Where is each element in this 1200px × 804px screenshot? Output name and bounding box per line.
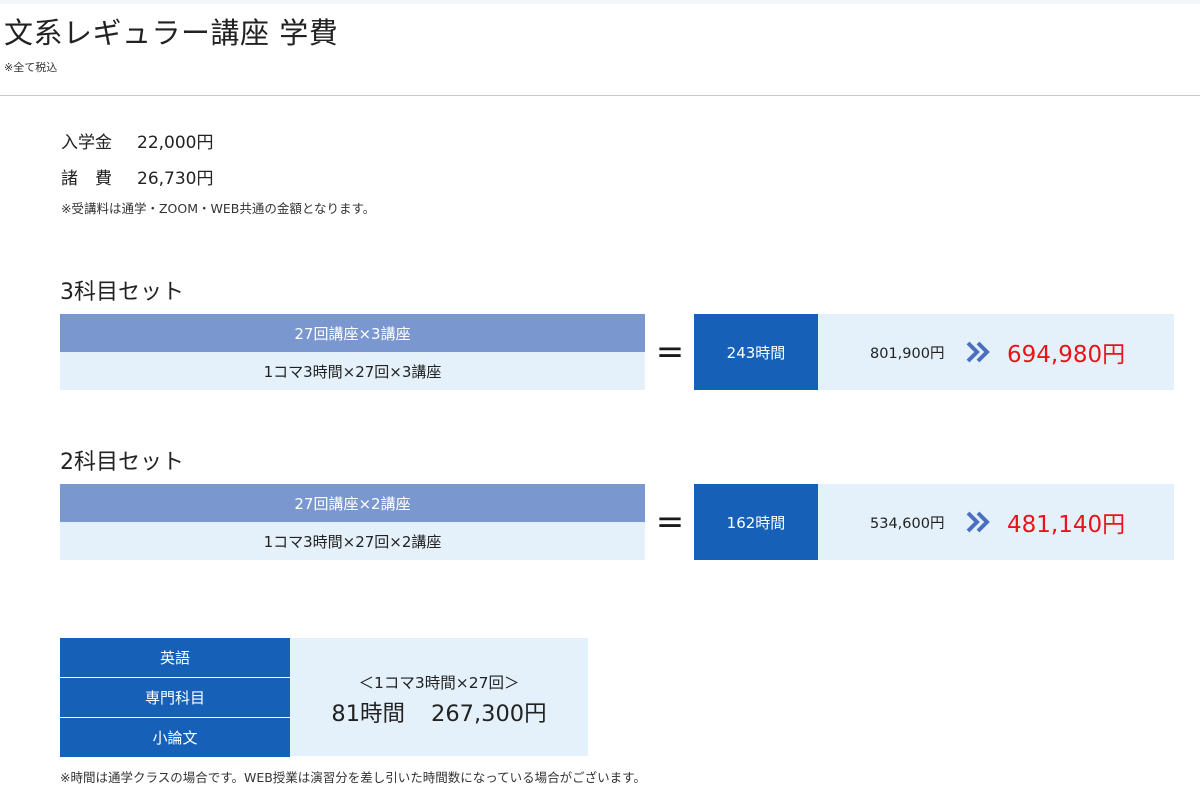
set-3-equals-sign: =	[655, 332, 685, 372]
set-3-hours: 243時間	[694, 314, 818, 390]
set-3-sale-price: 694,980円	[1007, 342, 1126, 368]
fee-note: ※受講料は通学・ZOOM・WEB共通の金額となります。	[61, 201, 376, 216]
misc-fee-value: 26,730円	[137, 169, 214, 189]
entrance-fee-row: 入学金 22,000円	[61, 131, 213, 155]
set-3-price-box: 801,900円 694,980円	[818, 314, 1174, 390]
top-bar	[0, 0, 1200, 4]
entrance-fee-value: 22,000円	[137, 133, 214, 153]
double-chevron-right-icon	[966, 511, 990, 533]
subject-specialty: 専門科目	[60, 678, 290, 717]
set-2-calc-top: 27回講座×2講座	[60, 484, 645, 522]
tax-note: ※全て税込	[4, 61, 58, 74]
double-chevron-right-icon	[966, 341, 990, 363]
set-2-price-box: 534,600円 481,140円	[818, 484, 1174, 560]
misc-fee-row: 諸 費 26,730円	[61, 167, 213, 191]
divider	[0, 95, 1200, 96]
footnote: ※時間は通学クラスの場合です。WEB授業は演習分を差し引いた時間数になっている場…	[60, 770, 646, 785]
set-2-sale-price: 481,140円	[1007, 512, 1126, 538]
single-subject-price: 267,300円	[431, 701, 547, 727]
single-subject-values: 81時間 267,300円	[290, 696, 588, 728]
single-subject-hours: 81時間	[331, 701, 406, 727]
set-2-equals-sign: =	[655, 502, 685, 542]
subject-essay: 小論文	[60, 718, 290, 757]
page-title: 文系レギュラー講座 学費	[4, 16, 339, 50]
subject-english: 英語	[60, 638, 290, 677]
set-title-2: 2科目セット	[60, 450, 184, 475]
set-3-calc-bottom: 1コマ3時間×27回×3講座	[60, 352, 645, 390]
entrance-fee-label: 入学金	[61, 133, 112, 153]
set-3-original-price: 801,900円	[870, 345, 945, 362]
single-subject-detail: ＜1コマ3時間×27回＞ 81時間 267,300円	[290, 638, 588, 756]
single-subject-caption: ＜1コマ3時間×27回＞	[358, 674, 520, 692]
set-title-3: 3科目セット	[60, 280, 184, 305]
set-3-calc-top: 27回講座×3講座	[60, 314, 645, 352]
set-2-original-price: 534,600円	[870, 515, 945, 532]
set-2-calc-bottom: 1コマ3時間×27回×2講座	[60, 522, 645, 560]
set-2-hours: 162時間	[694, 484, 818, 560]
misc-fee-label: 諸 費	[61, 169, 112, 189]
